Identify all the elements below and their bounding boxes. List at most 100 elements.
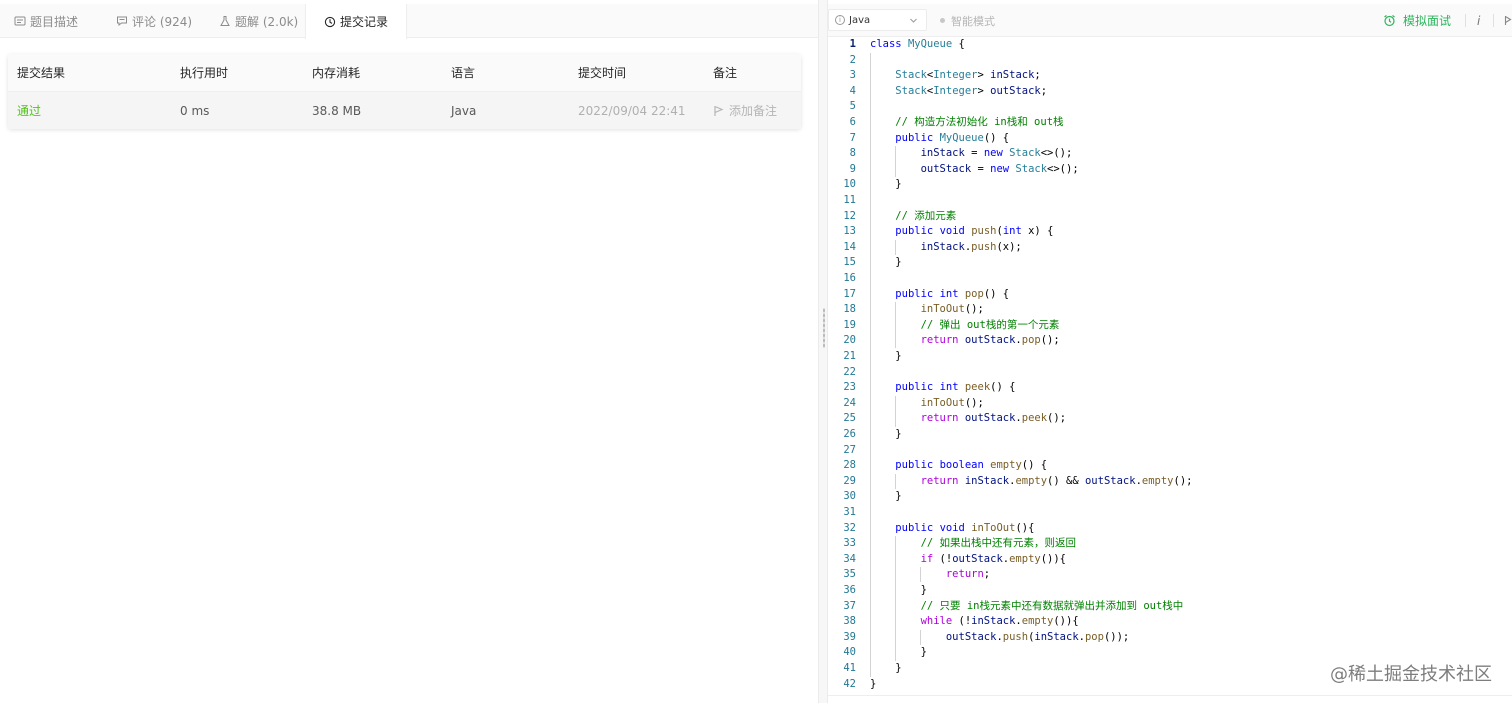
code-line[interactable]: 29 return inStack.empty() && outStack.em… <box>828 474 1512 490</box>
code-line[interactable]: 38 while (!inStack.empty()){ <box>828 614 1512 630</box>
language-select[interactable]: i Java <box>828 9 927 31</box>
add-note-label: 添加备注 <box>729 104 778 118</box>
tab-description[interactable]: 题目描述 <box>14 4 78 38</box>
code-text[interactable]: public int pop() { <box>870 287 1009 303</box>
code-text[interactable]: // 如果出栈中还有元素，则返回 <box>870 536 1076 552</box>
code-line[interactable]: 18 inToOut(); <box>828 302 1512 318</box>
line-number: 22 <box>843 365 856 378</box>
code-line[interactable]: 9 outStack = new Stack<>(); <box>828 162 1512 178</box>
code-line[interactable]: 6 // 构造方法初始化 in栈和 out栈 <box>828 115 1512 131</box>
code-line[interactable]: 24 inToOut(); <box>828 396 1512 412</box>
clock-icon <box>324 16 336 27</box>
editor-panel: i Java 智能模式 模拟面试 i 1 class MyQueue {2 3… <box>828 0 1512 703</box>
code-text[interactable]: if (!outStack.empty()){ <box>870 552 1066 568</box>
code-line[interactable]: 39 outStack.push(inStack.pop()); <box>828 630 1512 646</box>
code-line[interactable]: 13 public void push(int x) { <box>828 224 1512 240</box>
code-text[interactable]: } <box>870 677 876 693</box>
code-line[interactable]: 14 inStack.push(x); <box>828 240 1512 256</box>
code-text[interactable]: } <box>870 255 901 271</box>
code-text[interactable]: } <box>870 583 927 599</box>
code-line[interactable]: 37 // 只要 in栈元素中还有数据就弹出并添加到 out栈中 <box>828 599 1512 615</box>
code-line[interactable]: 31 <box>828 505 1512 521</box>
line-number: 21 <box>843 350 856 362</box>
pane-resize-handle[interactable] <box>818 0 828 703</box>
tab-description-label: 题目描述 <box>30 14 79 29</box>
tab-submissions[interactable]: 提交记录 <box>305 4 407 39</box>
code-text[interactable]: return inStack.empty() && outStack.empty… <box>870 474 1193 490</box>
code-line[interactable]: 2 <box>828 53 1512 69</box>
line-number: 17 <box>843 287 856 300</box>
code-line[interactable]: 28 public boolean empty() { <box>828 458 1512 474</box>
mock-interview-button[interactable]: 模拟面试 <box>1383 4 1451 37</box>
table-row[interactable]: 通过 0 ms 38.8 MB Java 2022/09/04 22:41 添加… <box>8 92 801 129</box>
code-text[interactable]: } <box>870 177 901 193</box>
code-text[interactable]: } <box>870 349 901 365</box>
run-icon[interactable] <box>1504 4 1512 37</box>
code-text[interactable]: inToOut(); <box>870 302 984 318</box>
code-line[interactable]: 26 } <box>828 427 1512 443</box>
add-note-button[interactable]: 添加备注 <box>713 92 777 129</box>
code-line[interactable]: 12 // 添加元素 <box>828 209 1512 225</box>
tab-comments[interactable]: 评论 (924) <box>116 4 192 38</box>
code-text[interactable]: // 只要 in栈元素中还有数据就弹出并添加到 out栈中 <box>870 599 1184 615</box>
code-line[interactable]: 4 Stack<Integer> outStack; <box>828 84 1512 100</box>
code-text[interactable]: outStack.push(inStack.pop()); <box>870 630 1129 646</box>
code-line[interactable]: 30 } <box>828 489 1512 505</box>
code-line[interactable]: 11 <box>828 193 1512 209</box>
code-text[interactable]: inStack = new Stack<>(); <box>870 146 1073 162</box>
code-text[interactable]: return outStack.peek(); <box>870 411 1066 427</box>
tab-solutions[interactable]: 题解 (2.0k) <box>219 4 298 38</box>
line-number: 41 <box>843 662 856 674</box>
code-line[interactable]: 23 public int peek() { <box>828 380 1512 396</box>
code-text[interactable]: } <box>870 427 901 443</box>
code-line[interactable]: 1 class MyQueue { <box>828 37 1512 53</box>
code-line[interactable]: 40 } <box>828 645 1512 661</box>
code-editor[interactable]: 1 class MyQueue {2 3 Stack<Integer> inStac… <box>828 37 1512 697</box>
code-text[interactable]: public void inToOut(){ <box>870 521 1034 537</box>
code-text[interactable]: class MyQueue { <box>870 37 965 53</box>
code-line[interactable]: 17 public int pop() { <box>828 287 1512 303</box>
code-text[interactable]: } <box>870 661 901 677</box>
code-text[interactable]: public MyQueue() { <box>870 131 1009 147</box>
code-line[interactable]: 21 } <box>828 349 1512 365</box>
code-text[interactable]: while (!inStack.empty()){ <box>870 614 1079 630</box>
code-line[interactable]: 16 <box>828 271 1512 287</box>
code-text[interactable]: inStack.push(x); <box>870 240 1022 256</box>
code-line[interactable]: 20 return outStack.pop(); <box>828 333 1512 349</box>
code-line[interactable]: 25 return outStack.peek(); <box>828 411 1512 427</box>
code-text[interactable]: public boolean empty() { <box>870 458 1047 474</box>
code-line[interactable]: 22 <box>828 365 1512 381</box>
header-memory: 内存消耗 <box>312 66 361 80</box>
code-line[interactable]: 32 public void inToOut(){ <box>828 521 1512 537</box>
smart-mode-toggle[interactable]: 智能模式 <box>940 4 995 37</box>
code-text[interactable]: // 弹出 out栈的第一个元素 <box>870 318 1060 334</box>
code-text[interactable]: } <box>870 489 901 505</box>
code-line[interactable]: 19 // 弹出 out栈的第一个元素 <box>828 318 1512 334</box>
code-line[interactable]: 27 <box>828 443 1512 459</box>
code-text[interactable]: return; <box>870 567 990 583</box>
code-text[interactable]: // 构造方法初始化 in栈和 out栈 <box>870 115 1063 131</box>
code-line[interactable]: 33 // 如果出栈中还有元素，则返回 <box>828 536 1512 552</box>
code-text[interactable]: public void push(int x) { <box>870 224 1053 240</box>
code-line[interactable]: 35 return; <box>828 567 1512 583</box>
code-text[interactable]: return outStack.pop(); <box>870 333 1060 349</box>
code-text[interactable]: } <box>870 645 927 661</box>
code-line[interactable]: 15 } <box>828 255 1512 271</box>
code-text[interactable]: Stack<Integer> outStack; <box>870 84 1047 100</box>
info-italic-icon[interactable]: i <box>1477 4 1480 37</box>
code-text[interactable]: Stack<Integer> inStack; <box>870 68 1040 84</box>
code-line[interactable]: 3 Stack<Integer> inStack; <box>828 68 1512 84</box>
code-line[interactable]: 5 <box>828 99 1512 115</box>
code-text[interactable]: public int peek() { <box>870 380 1015 396</box>
editor-toolbar: i Java 智能模式 模拟面试 i <box>828 4 1512 37</box>
code-line[interactable]: 34 if (!outStack.empty()){ <box>828 552 1512 568</box>
code-line[interactable]: 8 inStack = new Stack<>(); <box>828 146 1512 162</box>
result-status-link[interactable]: 通过 <box>17 92 41 129</box>
code-line[interactable]: 36 } <box>828 583 1512 599</box>
code-text[interactable]: inToOut(); <box>870 396 984 412</box>
code-line[interactable]: 10 } <box>828 177 1512 193</box>
code-line[interactable]: 7 public MyQueue() { <box>828 131 1512 147</box>
submit-time-value: 2022/09/04 22:41 <box>578 103 686 118</box>
code-text[interactable]: // 添加元素 <box>870 209 956 225</box>
code-text[interactable]: outStack = new Stack<>(); <box>870 162 1079 178</box>
